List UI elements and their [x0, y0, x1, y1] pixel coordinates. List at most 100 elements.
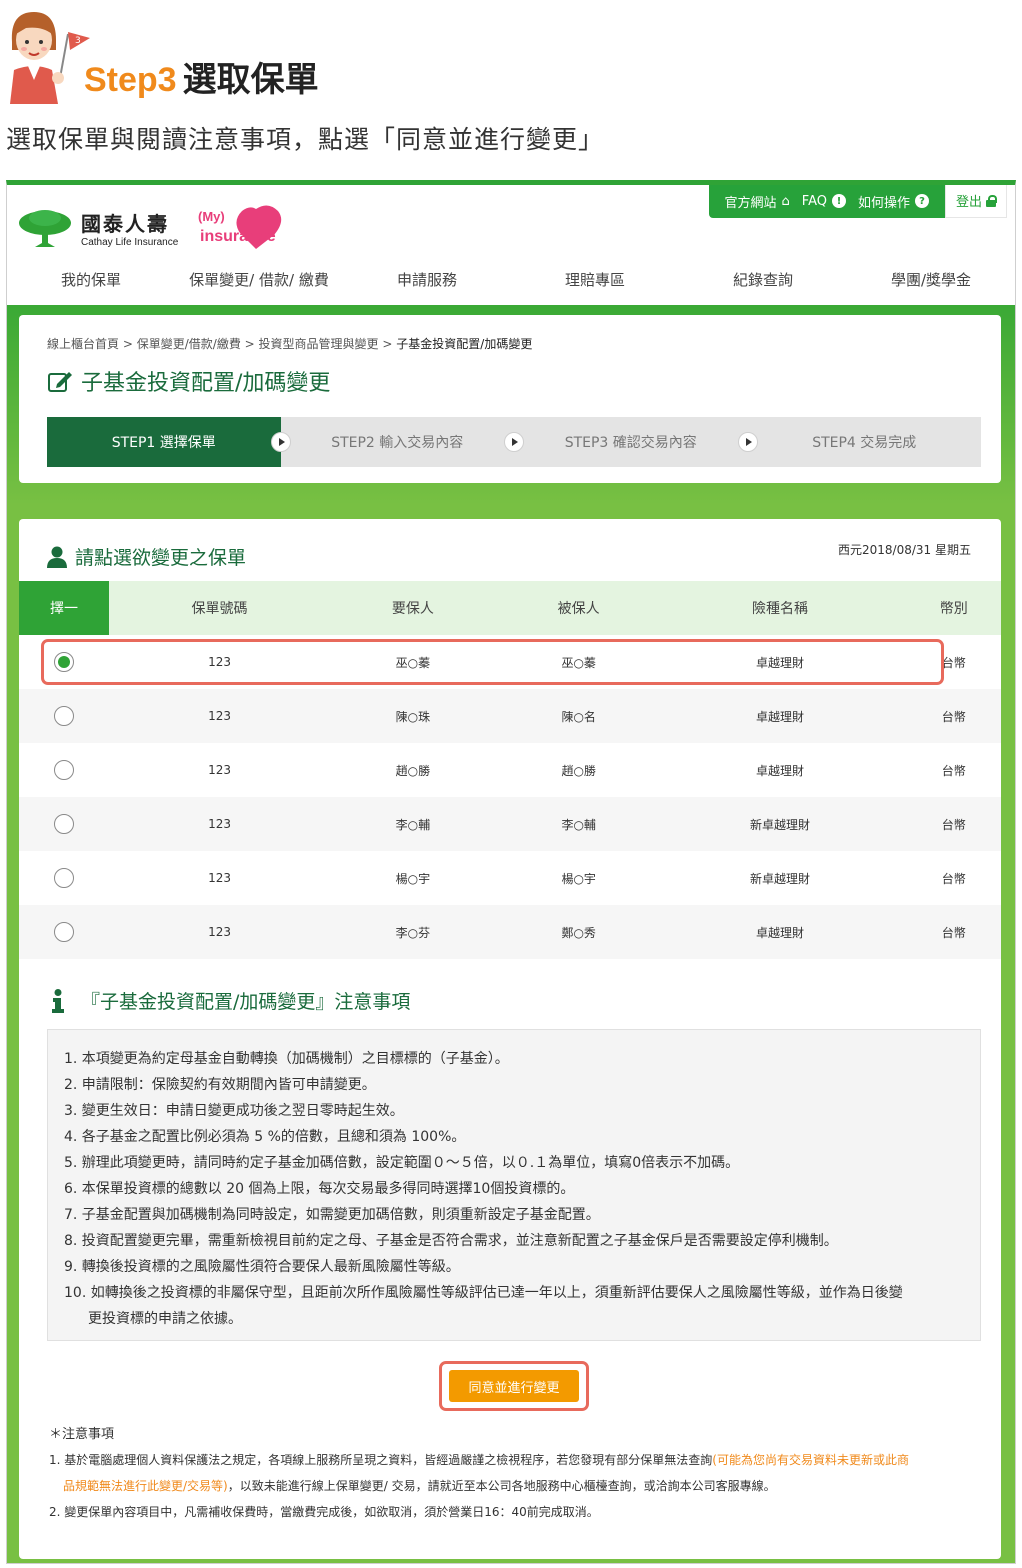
policy-radio[interactable]: [54, 814, 74, 834]
step-progress: STEP1 選擇保單 STEP2 輸入交易內容 STEP3 確認交易內容 STE…: [47, 417, 981, 467]
policy-currency: 台幣: [941, 871, 966, 886]
current-date: 西元2018/08/31 星期五: [838, 543, 971, 557]
breadcrumb-investment[interactable]: 投資型商品管理與變更: [259, 337, 379, 351]
breadcrumb-policy-change[interactable]: 保單變更/借款/繳費: [137, 337, 241, 351]
person-icon: [47, 546, 67, 568]
policy-number: 123: [109, 797, 331, 851]
nav-policy-change[interactable]: 保單變更/ 借款/ 繳費: [175, 269, 343, 290]
policy-insured: 鄭○秀: [495, 905, 662, 959]
note-item: 6. 本保單投資標的總數以 20 個為上限，每次交易最多得同時選擇10個投資標的…: [64, 1181, 575, 1197]
policy-holder: 李○芬: [330, 905, 496, 959]
table-row[interactable]: 123 楊○宇 楊○宇 新卓越理財 台幣: [19, 851, 1001, 905]
policy-number: 123: [208, 871, 231, 885]
policy-insured: 楊○宇: [561, 871, 596, 886]
tutorial-subtitle: 選取保單與閱讀注意事項，點選「同意並進行變更」: [6, 125, 605, 154]
official-site-link[interactable]: 官方網站 ⌂: [725, 192, 790, 211]
nav-apply-service[interactable]: 申請服務: [343, 269, 511, 290]
col-currency: 幣別: [898, 581, 1001, 635]
utility-links: 官方網站 ⌂ FAQ! 如何操作?: [708, 185, 945, 218]
col-insured: 被保人: [495, 581, 662, 635]
content-background: 線上櫃台首頁 > 保單變更/借款/繳費 > 投資型商品管理與變更 > 子基金投資…: [7, 305, 1015, 1563]
home-icon: ⌂: [781, 193, 790, 209]
footer-notes-title: ＊注意事項: [49, 1427, 115, 1442]
nav-scholarship[interactable]: 學團/獎學金: [847, 269, 1015, 290]
policy-number: 123: [109, 905, 331, 959]
svg-text:insurance: insurance: [200, 228, 276, 245]
nav-records[interactable]: 紀錄查詢: [679, 269, 847, 290]
policy-product: 卓越理財: [661, 689, 899, 743]
policy-currency: 台幣: [941, 763, 966, 778]
nav-claims[interactable]: 理賠專區: [511, 269, 679, 290]
policy-product: 卓越理財: [755, 655, 804, 670]
section-title: 請點選欲變更之保單: [47, 543, 246, 570]
policy-radio[interactable]: [54, 922, 74, 942]
policy-insured: 巫○蓁: [561, 655, 596, 670]
header-card: 線上櫃台首頁 > 保單變更/借款/繳費 > 投資型商品管理與變更 > 子基金投資…: [19, 315, 1001, 483]
logout-link[interactable]: 登出: [944, 185, 1007, 218]
policy-product: 新卓越理財: [749, 871, 810, 886]
note-item: 10. 如轉換後之投資標的非屬保守型，且距前次所作風險屬性等級評估已達一年以上，…: [64, 1285, 903, 1327]
brand-logo[interactable]: 國泰人壽 Cathay Life Insurance (My) insuranc…: [17, 203, 286, 253]
question-icon: ?: [914, 194, 929, 208]
notes-box: 1. 本項變更為約定母基金自動轉換（加碼機制）之目標標的（子基金）。 2. 申請…: [47, 1029, 981, 1341]
table-row[interactable]: 123 李○輔 李○輔 新卓越理財 台幣: [19, 797, 1001, 851]
svg-text:3: 3: [75, 36, 81, 46]
mascot-icon: 3: [10, 12, 90, 104]
policy-holder: 趙○勝: [395, 763, 431, 778]
policy-number: 123: [208, 763, 231, 777]
howto-link[interactable]: 如何操作?: [858, 192, 929, 211]
step-4: STEP4 交易完成: [812, 435, 917, 451]
col-product: 險種名稱: [661, 581, 899, 635]
policy-radio[interactable]: [54, 760, 74, 780]
note-item: 7. 子基金配置與加碼機制為同時設定，如需變更加碼倍數，則須重新設定子基金配置。: [64, 1207, 600, 1223]
policy-radio[interactable]: [54, 868, 74, 888]
logo-english: Cathay Life Insurance: [81, 237, 179, 248]
step-arrow-icon: [270, 432, 291, 452]
nav-my-policy[interactable]: 我的保單: [7, 269, 175, 290]
policy-insured: 李○輔: [495, 797, 662, 851]
note-item: 9. 轉換後投資標的之風險屬性須符合要保人最新風險屬性等級。: [64, 1259, 460, 1275]
policy-number: 123: [109, 689, 331, 743]
top-utility-bar: 官方網站 ⌂ FAQ! 如何操作? 登出: [708, 185, 1007, 218]
table-header-row: 擇一 保單號碼 要保人 被保人 險種名稱 幣別: [19, 581, 1001, 635]
note-item: 5. 辦理此項變更時，請同時約定子基金加碼倍數，設定範圍０～５倍，以０.１為單位…: [64, 1155, 740, 1171]
table-row[interactable]: 123 巫○蓁 巫○蓁 卓越理財 台幣: [19, 635, 1001, 689]
policy-product: 新卓越理財: [661, 797, 899, 851]
policy-currency: 台幣: [941, 655, 966, 670]
note-item: 3. 變更生效日：申請日變更成功後之翌日零時起生效。: [64, 1103, 404, 1119]
exclamation-icon: !: [831, 194, 846, 208]
policy-product: 卓越理財: [755, 763, 804, 778]
policy-radio[interactable]: [54, 652, 74, 672]
note-item: 1. 本項變更為約定母基金自動轉換（加碼機制）之目標標的（子基金）。: [64, 1051, 509, 1067]
faq-link[interactable]: FAQ!: [802, 194, 846, 209]
footer-note-2: 2. 變更保單內容項目中，凡需補收保費時，當繳費完成後，如欲取消，須於營業日16…: [49, 1505, 599, 1519]
policy-card: 請點選欲變更之保單 西元2018/08/31 星期五 擇一 保單號碼 要保人 被…: [19, 519, 1001, 1559]
policy-holder: 楊○宇: [395, 871, 431, 886]
table-row[interactable]: 123 陳○珠 陳○名 卓越理財 台幣: [19, 689, 1001, 743]
table-row[interactable]: 123 李○芬 鄭○秀 卓越理財 台幣: [19, 905, 1001, 959]
note-item: 4. 各子基金之配置比例必須為 5 %的倍數，且總和須為 100%。: [64, 1129, 466, 1145]
breadcrumb-home[interactable]: 線上櫃台首頁: [47, 337, 119, 351]
breadcrumb-current: 子基金投資配置/加碼變更: [396, 337, 533, 351]
step-1: STEP1 選擇保單: [47, 417, 291, 467]
step-number: Step3: [84, 61, 177, 99]
col-policy-no: 保單號碼: [109, 581, 331, 635]
step-arrow-icon: [737, 432, 758, 452]
info-icon: [52, 988, 64, 1013]
policy-insured: 陳○名: [495, 689, 662, 743]
policy-radio[interactable]: [54, 706, 74, 726]
step-arrow-icon: [504, 432, 524, 452]
policy-number: 123: [208, 655, 231, 669]
edit-icon: [48, 372, 72, 392]
step-name: 選取保單: [182, 60, 319, 100]
unlock-icon: [986, 194, 997, 207]
agree-and-proceed-button[interactable]: 同意並進行變更: [449, 1370, 579, 1402]
svg-text:(My): (My): [198, 209, 225, 224]
policy-table: 擇一 保單號碼 要保人 被保人 險種名稱 幣別 123 巫○蓁 巫○蓁 卓越理財…: [19, 581, 1001, 959]
footer-notes: 1. 基於電腦處理個人資料保護法之規定，各項線上服務所呈現之資料，皆經過嚴謹之檢…: [49, 1447, 979, 1525]
agree-button-highlight: 同意並進行變更: [439, 1361, 589, 1411]
policy-currency: 台幣: [898, 797, 1001, 851]
table-row[interactable]: 123 趙○勝 趙○勝 卓越理財 台幣: [19, 743, 1001, 797]
my-insurance-logo: (My) insurance: [198, 205, 282, 249]
tutorial-header: 3 Step3 選取保單: [0, 0, 1022, 110]
